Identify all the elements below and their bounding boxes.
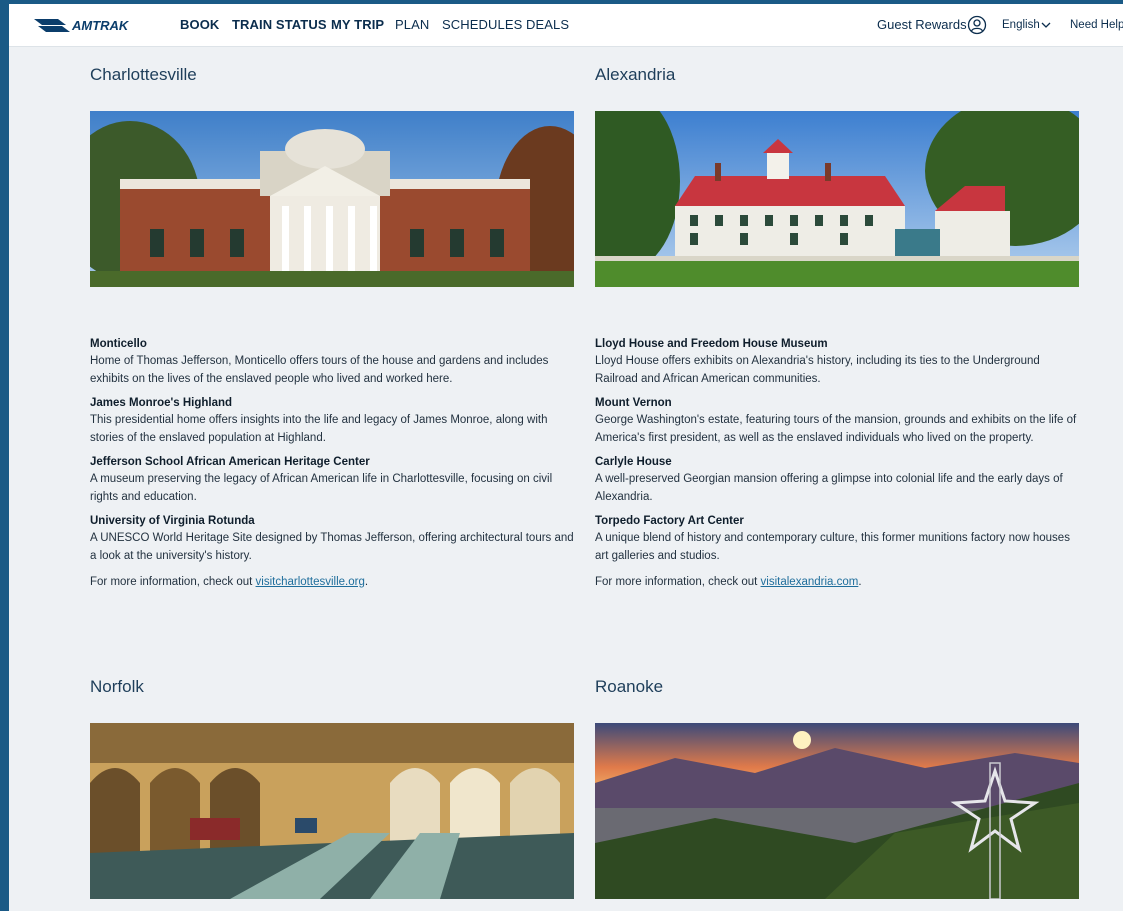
attraction-title: Mount Vernon <box>595 397 672 409</box>
attraction-title: Monticello <box>90 338 147 350</box>
attraction-description: A unique blend of history and contempora… <box>595 532 1070 562</box>
attraction-item: Lloyd House and Freedom House Museum Llo… <box>595 337 1085 388</box>
more-info-prefix: For more information, check out <box>90 576 256 588</box>
more-info-text: For more information, check out visitcha… <box>90 573 580 591</box>
city-title-norfolk: Norfolk <box>90 677 144 696</box>
nav-schedules[interactable]: SCHEDULES <box>442 17 522 32</box>
nav-my-trip[interactable]: MY TRIP <box>331 17 384 32</box>
attraction-item: University of Virginia Rotunda A UNESCO … <box>90 514 580 565</box>
attraction-title: Lloyd House and Freedom House Museum <box>595 338 828 350</box>
attraction-item: Torpedo Factory Art Center A unique blen… <box>595 514 1085 565</box>
user-icon[interactable] <box>967 15 987 35</box>
attraction-description: This presidential home offers insights i… <box>90 414 548 444</box>
alexandria-photo <box>595 111 1079 287</box>
attraction-description: A UNESCO World Heritage Site designed by… <box>90 532 574 562</box>
attraction-item: James Monroe's Highland This presidentia… <box>90 396 580 447</box>
visitalexandria-link[interactable]: visitalexandria.com <box>761 576 859 588</box>
attraction-description: Home of Thomas Jefferson, Monticello off… <box>90 355 549 385</box>
attraction-title: Carlyle House <box>595 456 672 468</box>
attraction-title: University of Virginia Rotunda <box>90 515 255 527</box>
attraction-item: Monticello Home of Thomas Jefferson, Mon… <box>90 337 580 388</box>
attraction-description: Lloyd House offers exhibits on Alexandri… <box>595 355 1040 385</box>
city-title-roanoke: Roanoke <box>595 677 664 696</box>
amtrak-logo[interactable]: AMTRAK <box>32 15 167 35</box>
browser-viewport: AMTRAK BOOK TRAIN STATUS MY TRIP PLAN SC… <box>9 4 1123 911</box>
attraction-item: Carlyle House A well-preserved Georgian … <box>595 455 1085 506</box>
brand-text: AMTRAK <box>71 18 130 33</box>
more-info-suffix: . <box>364 576 369 588</box>
guest-rewards-link[interactable]: Guest Rewards <box>877 17 967 32</box>
top-navigation: AMTRAK BOOK TRAIN STATUS MY TRIP PLAN SC… <box>9 4 1123 47</box>
roanoke-photo <box>595 723 1079 899</box>
attraction-description: George Washington's estate, featuring to… <box>595 414 1077 444</box>
visitcharlottesville-link[interactable]: visitcharlottesville.org <box>256 576 365 588</box>
language-selector[interactable]: English <box>1002 19 1040 31</box>
more-info-suffix: . <box>858 576 862 588</box>
nav-plan[interactable]: PLAN <box>395 17 429 32</box>
norfolk-photo <box>90 723 574 899</box>
attraction-description: A museum preserving the legacy of Africa… <box>90 473 553 503</box>
more-info-prefix: For more information, check out <box>595 576 761 588</box>
attraction-title: James Monroe's Highland <box>90 397 233 409</box>
attraction-item: Mount Vernon George Washington's estate,… <box>595 396 1085 447</box>
nav-train-status[interactable]: TRAIN STATUS <box>232 17 327 32</box>
more-info-text: For more information, check out visitale… <box>595 573 1085 591</box>
alexandria-attractions: Lloyd House and Freedom House Museum Llo… <box>595 337 1085 591</box>
charlottesville-attractions: Monticello Home of Thomas Jefferson, Mon… <box>90 337 580 591</box>
nav-book[interactable]: BOOK <box>180 17 219 32</box>
charlottesville-photo <box>90 111 574 287</box>
attraction-description: A well-preserved Georgian mansion offeri… <box>595 473 1063 503</box>
attraction-title: Torpedo Factory Art Center <box>595 515 744 527</box>
attraction-title: Jefferson School African American Herita… <box>90 456 370 468</box>
nav-deals[interactable]: DEALS <box>526 17 569 32</box>
city-title-alexandria: Alexandria <box>595 65 676 84</box>
chevron-down-icon[interactable] <box>1041 22 1051 29</box>
need-help-link[interactable]: Need Help? <box>1070 19 1123 31</box>
attraction-item: Jefferson School African American Herita… <box>90 455 580 506</box>
city-title-charlottesville: Charlottesville <box>90 65 197 84</box>
